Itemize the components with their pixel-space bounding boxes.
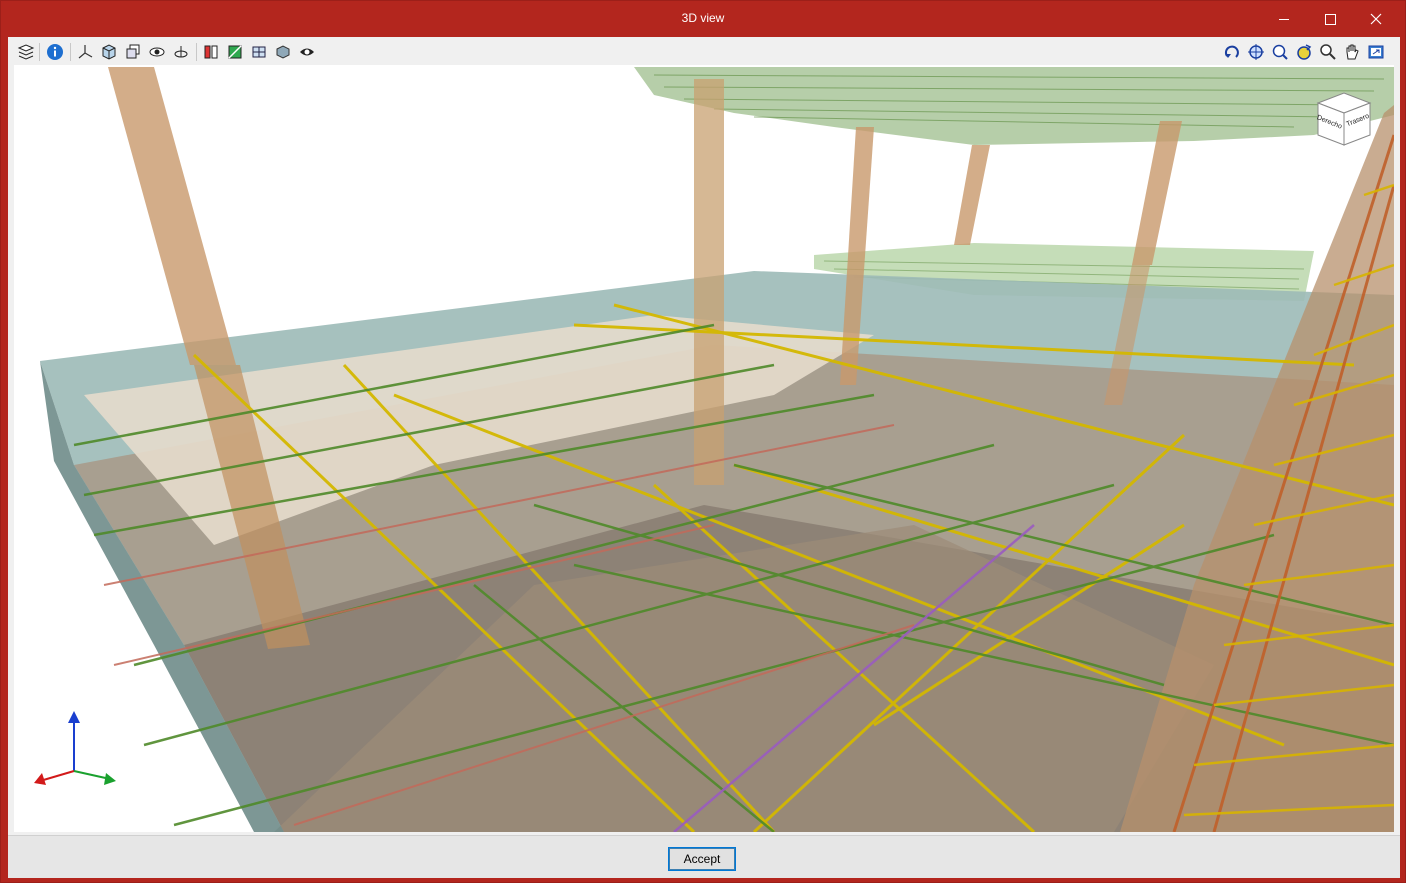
eye-button[interactable]	[297, 42, 317, 62]
render-mode-icon	[228, 45, 242, 59]
view-cube[interactable]: Derecho Trasero	[1314, 91, 1374, 147]
zoom-window-icon	[1272, 44, 1288, 60]
window: 3D view Derecho Trasero Accept	[0, 0, 1406, 883]
minimize-button[interactable]	[1261, 1, 1307, 37]
render-mode-button[interactable]	[225, 42, 245, 62]
window-title: 3D view	[681, 11, 725, 25]
close-icon	[1370, 13, 1382, 25]
zoom-icon	[1320, 44, 1336, 60]
toolbar-separator	[196, 43, 197, 61]
minimize-icon	[1279, 18, 1289, 20]
toolbar-separator	[39, 43, 40, 61]
maximize-button[interactable]	[1307, 1, 1353, 37]
pan-hand-icon	[1346, 44, 1359, 60]
axes-button[interactable]	[75, 42, 95, 62]
title-bar[interactable]: 3D view	[1, 1, 1405, 37]
grid-button[interactable]	[249, 42, 269, 62]
toolbar-separator	[70, 43, 71, 61]
rotate-view-button[interactable]	[1222, 42, 1242, 62]
axes-indicator	[34, 711, 116, 785]
3d-model-scene[interactable]	[14, 65, 1394, 832]
info-icon	[47, 44, 63, 60]
section-button[interactable]	[201, 42, 221, 62]
layers-icon	[17, 44, 35, 60]
view-cube-icon	[102, 44, 116, 60]
eye-icon	[300, 48, 314, 56]
multi-view-icon	[126, 44, 140, 59]
zoom-all-icon	[1248, 44, 1264, 60]
solid-icon	[276, 45, 290, 59]
pan-hand-button[interactable]	[1342, 42, 1362, 62]
refresh-view-button[interactable]	[1294, 42, 1314, 62]
refresh-view-icon	[1297, 44, 1312, 60]
grid-icon	[252, 46, 266, 58]
zoom-window-button[interactable]	[1270, 42, 1290, 62]
view-cube-button[interactable]	[99, 42, 119, 62]
rotate-axis-icon	[174, 46, 188, 58]
close-button[interactable]	[1353, 1, 1399, 37]
zoom-all-button[interactable]	[1246, 42, 1266, 62]
section-icon	[204, 45, 218, 59]
zoom-button[interactable]	[1318, 42, 1338, 62]
toolbar	[8, 37, 1400, 65]
rotate-axis-button[interactable]	[171, 42, 191, 62]
accept-button[interactable]: Accept	[668, 847, 736, 871]
solid-button[interactable]	[273, 42, 293, 62]
axes-icon	[78, 45, 93, 59]
visibility-icon	[149, 47, 165, 57]
multi-view-button[interactable]	[123, 42, 143, 62]
maximize-icon	[1324, 13, 1336, 25]
3d-viewport[interactable]: Derecho Trasero	[14, 65, 1394, 832]
export-view-icon	[1368, 45, 1384, 59]
layers-button[interactable]	[16, 42, 36, 62]
info-button[interactable]	[45, 42, 65, 62]
dialog-client: Derecho Trasero Accept	[8, 37, 1400, 878]
dialog-footer: Accept	[8, 835, 1400, 878]
visibility-button[interactable]	[147, 42, 167, 62]
rotate-view-icon	[1224, 45, 1239, 58]
export-view-button[interactable]	[1366, 42, 1386, 62]
